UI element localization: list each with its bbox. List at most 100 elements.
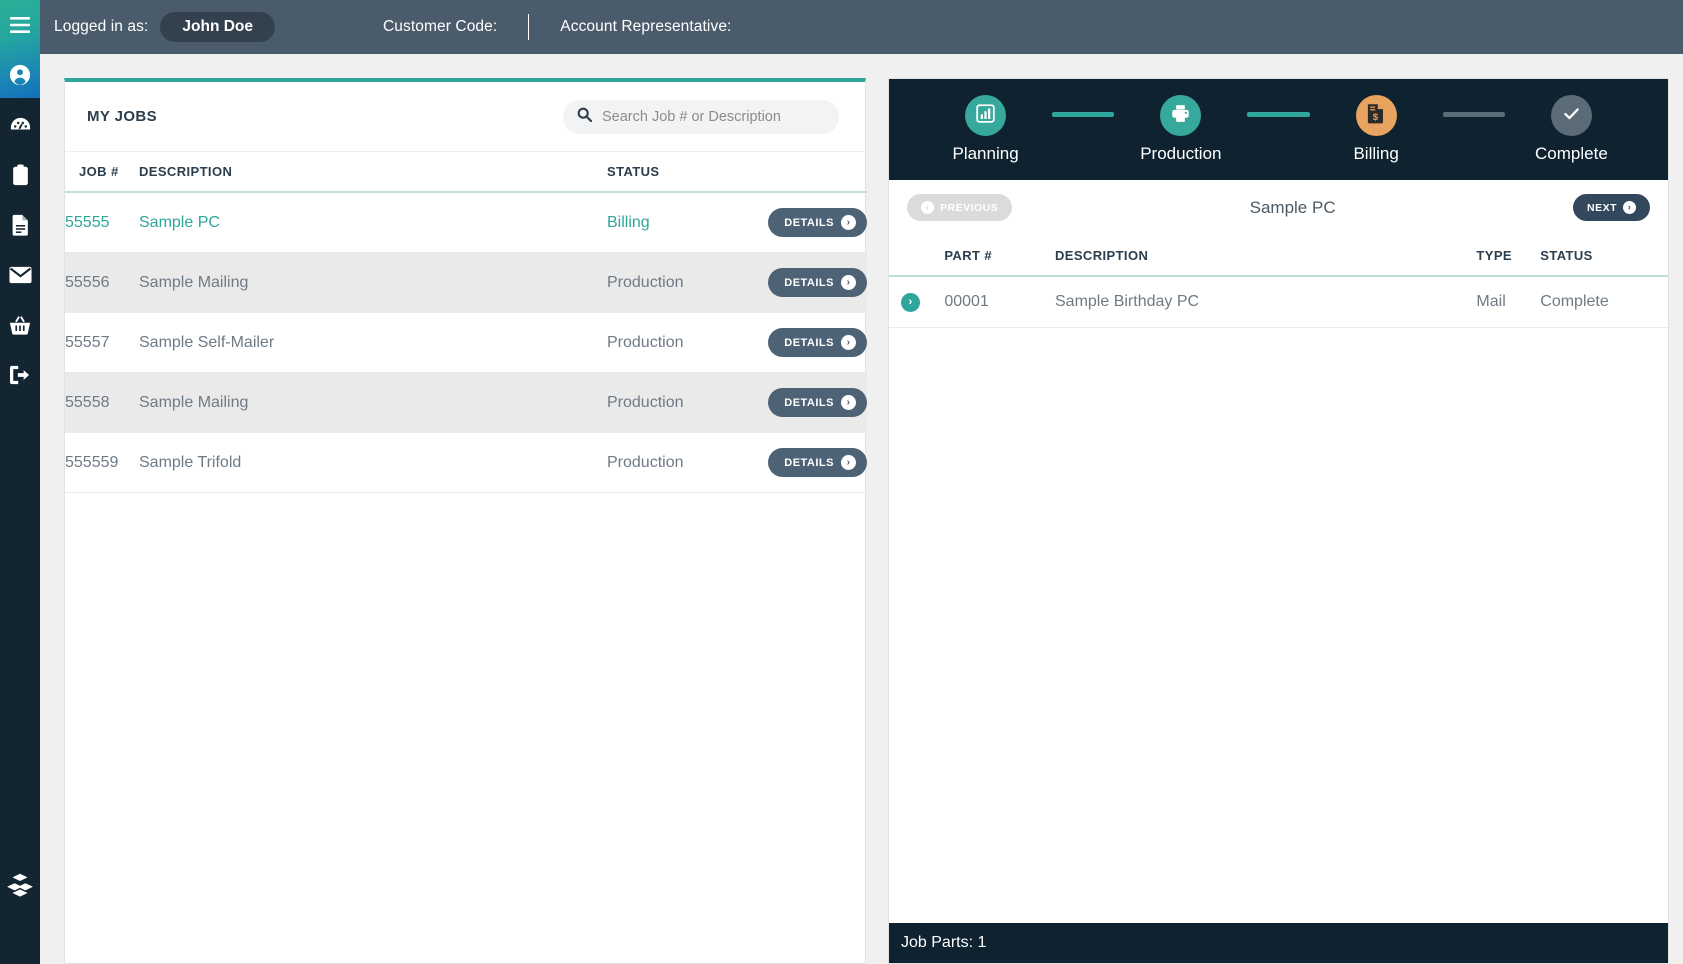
details-button-label: DETAILS — [784, 216, 834, 229]
cell-job-number: 55557 — [65, 312, 139, 373]
chevron-right-icon: › — [841, 275, 856, 290]
cell-job-status: Production — [607, 252, 747, 313]
cell-job-description: Sample Mailing — [139, 372, 607, 433]
next-button[interactable]: NEXT › — [1572, 194, 1650, 221]
table-row[interactable]: 55556 Sample Mailing Production DETAILS › — [65, 252, 867, 313]
previous-button[interactable]: ‹ PREVIOUS — [907, 194, 1013, 221]
search-box[interactable] — [563, 99, 839, 134]
parts-table-body: › 00001 Sample Birthday PC Mail Complete — [889, 276, 1668, 328]
sidebar-item-documents[interactable] — [0, 200, 40, 250]
sidebar-item-account[interactable] — [0, 50, 40, 100]
invoice-icon: $ — [1366, 103, 1386, 129]
cell-actions: DETAILS › — [747, 192, 867, 253]
details-button[interactable]: DETAILS › — [768, 388, 867, 417]
column-header-part-status: STATUS — [1540, 236, 1668, 277]
step-connector — [1052, 112, 1115, 117]
envelope-icon — [8, 266, 32, 284]
check-icon — [1561, 103, 1582, 129]
main-region: Logged in as: John Doe Customer Code: Ac… — [40, 0, 1683, 964]
gauge-icon — [9, 114, 32, 137]
cell-job-description: Sample Self-Mailer — [139, 312, 607, 373]
cell-part-status: Complete — [1540, 276, 1668, 328]
cell-expand[interactable]: › — [889, 276, 945, 328]
chevron-right-circle-icon[interactable]: › — [901, 293, 920, 312]
jobs-table-body: 55555 Sample PC Billing DETAILS › 55556 Sample… — [65, 192, 867, 493]
step-icon-circle — [1550, 95, 1592, 136]
next-button-label: NEXT — [1586, 201, 1617, 214]
cell-actions: DETAILS › — [747, 372, 867, 433]
details-button-label: DETAILS — [784, 456, 834, 469]
cell-job-description: Sample Trifold — [139, 432, 607, 493]
cell-part-description: Sample Birthday PC — [1055, 276, 1477, 328]
app-logo — [0, 873, 40, 904]
jobs-table: JOB # DESCRIPTION STATUS 55555 Sample PC B… — [65, 152, 867, 493]
sidebar-item-orders[interactable] — [0, 150, 40, 200]
sidebar-item-logout[interactable] — [0, 350, 40, 400]
step-production[interactable]: Production — [1114, 95, 1247, 164]
step-planning[interactable]: Planning — [919, 95, 1052, 164]
step-icon-circle — [1160, 95, 1202, 136]
chevron-right-icon: › — [841, 455, 856, 470]
hamburger-icon — [10, 17, 30, 33]
column-header-part: PART # — [944, 236, 1055, 277]
column-header-status: STATUS — [607, 152, 747, 193]
cell-actions: DETAILS › — [747, 252, 867, 313]
jobs-empty-space — [65, 493, 865, 963]
chevron-right-icon: › — [841, 215, 856, 230]
details-button[interactable]: DETAILS › — [768, 328, 867, 357]
column-header-part-description: DESCRIPTION — [1055, 236, 1477, 277]
column-header-expand — [889, 236, 945, 277]
parts-table-header-row: PART # DESCRIPTION TYPE STATUS — [889, 236, 1668, 277]
document-icon — [11, 214, 30, 236]
account-rep-label: Account Representative: — [560, 18, 732, 35]
bar-chart-icon — [975, 103, 996, 129]
cell-job-number: 55558 — [65, 372, 139, 433]
details-button[interactable]: DETAILS › — [768, 448, 867, 477]
details-button-label: DETAILS — [784, 276, 834, 289]
column-header-job: JOB # — [65, 152, 139, 193]
table-row[interactable]: › 00001 Sample Birthday PC Mail Complete — [889, 276, 1668, 328]
search-input[interactable] — [602, 108, 825, 125]
step-complete[interactable]: Complete — [1505, 95, 1638, 164]
step-label: Planning — [952, 144, 1019, 163]
details-button-label: DETAILS — [784, 336, 834, 349]
my-jobs-panel: MY JOBS JOB # DESCRIPTION — [64, 78, 867, 964]
chevron-right-icon: › — [841, 335, 856, 350]
table-row[interactable]: 55557 Sample Self-Mailer Production DETAILS… — [65, 312, 867, 373]
job-progress-stepper: Planning Production $ Billing Complete — [889, 79, 1668, 180]
sidebar-item-messages[interactable] — [0, 250, 40, 300]
cell-job-description: Sample Mailing — [139, 252, 607, 313]
sidebar-item-store[interactable] — [0, 300, 40, 350]
page-title: MY JOBS — [87, 108, 158, 125]
details-button[interactable]: DETAILS › — [768, 268, 867, 297]
job-parts-table: PART # DESCRIPTION TYPE STATUS › 00001 Sam… — [889, 236, 1668, 328]
chevron-right-icon: › — [841, 395, 856, 410]
chevron-right-icon: › — [1623, 201, 1636, 214]
basket-icon — [9, 315, 31, 336]
table-row[interactable]: 55555 Sample PC Billing DETAILS › — [65, 192, 867, 253]
logout-icon — [9, 365, 31, 385]
step-connector — [1247, 112, 1310, 117]
step-icon-circle: $ — [1355, 95, 1397, 136]
user-circle-icon — [9, 64, 31, 86]
job-detail-title: Sample PC — [1249, 197, 1336, 217]
logged-in-label: Logged in as: — [54, 18, 149, 35]
job-detail-panel: Planning Production $ Billing Complete ‹ PRE… — [888, 78, 1669, 964]
job-detail-nav: ‹ PREVIOUS Sample PC NEXT › — [889, 180, 1668, 236]
cell-actions: DETAILS › — [747, 432, 867, 493]
previous-button-label: PREVIOUS — [940, 201, 999, 214]
table-row[interactable]: 55558 Sample Mailing Production DETAILS › — [65, 372, 867, 433]
cell-job-status: Production — [607, 432, 747, 493]
cell-job-status: Billing — [607, 192, 747, 253]
details-button[interactable]: DETAILS › — [768, 208, 867, 237]
step-billing[interactable]: $ Billing — [1310, 95, 1443, 164]
logged-in-user[interactable]: John Doe — [160, 12, 276, 42]
step-label: Complete — [1535, 144, 1608, 163]
menu-toggle-button[interactable] — [0, 0, 40, 50]
table-row[interactable]: 555559 Sample Trifold Production DETAILS › — [65, 432, 867, 493]
parts-empty-space — [889, 328, 1668, 923]
details-button-label: DETAILS — [784, 396, 834, 409]
cell-job-number: 555559 — [65, 432, 139, 493]
topbar-divider — [528, 14, 530, 40]
sidebar-item-dashboard[interactable] — [0, 100, 40, 150]
